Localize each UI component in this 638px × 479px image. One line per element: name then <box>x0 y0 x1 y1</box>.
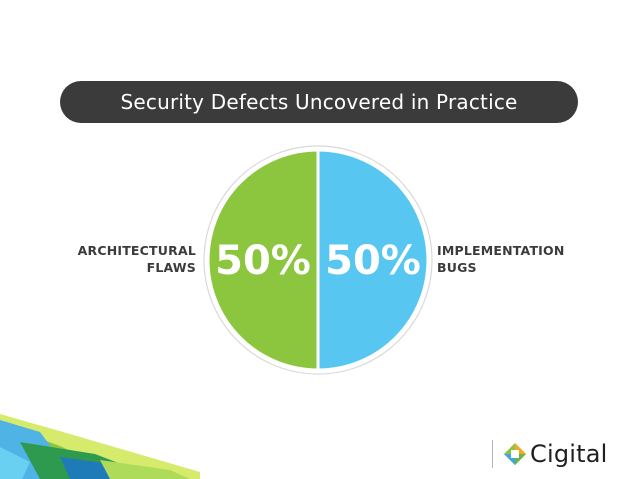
logo: Cigital <box>492 438 608 470</box>
slice-label-architectural-flaws: ARCHITECTURAL FLAWS <box>56 242 196 276</box>
chart-title: Security Defects Uncovered in Practice <box>120 90 518 114</box>
slice-label-implementation-bugs: IMPLEMENTATION BUGS <box>437 242 577 276</box>
slice-value-label: 50% <box>215 238 311 284</box>
slice-label-line: IMPLEMENTATION <box>437 243 565 258</box>
title-banner: Security Defects Uncovered in Practice <box>60 81 578 123</box>
slide: Security Defects Uncovered in Practice A… <box>0 0 638 479</box>
slice-label-line: ARCHITECTURAL <box>77 243 196 258</box>
pie-chart: 50% 50% <box>203 145 433 375</box>
slice-value-label: 50% <box>325 238 421 284</box>
decorative-polygons <box>0 414 200 479</box>
slice-label-line: BUGS <box>437 260 477 275</box>
slice-label-line: FLAWS <box>146 260 196 275</box>
logo-divider <box>492 440 493 468</box>
logo-text: Cigital <box>530 440 608 468</box>
cigital-mark-icon <box>504 443 526 465</box>
